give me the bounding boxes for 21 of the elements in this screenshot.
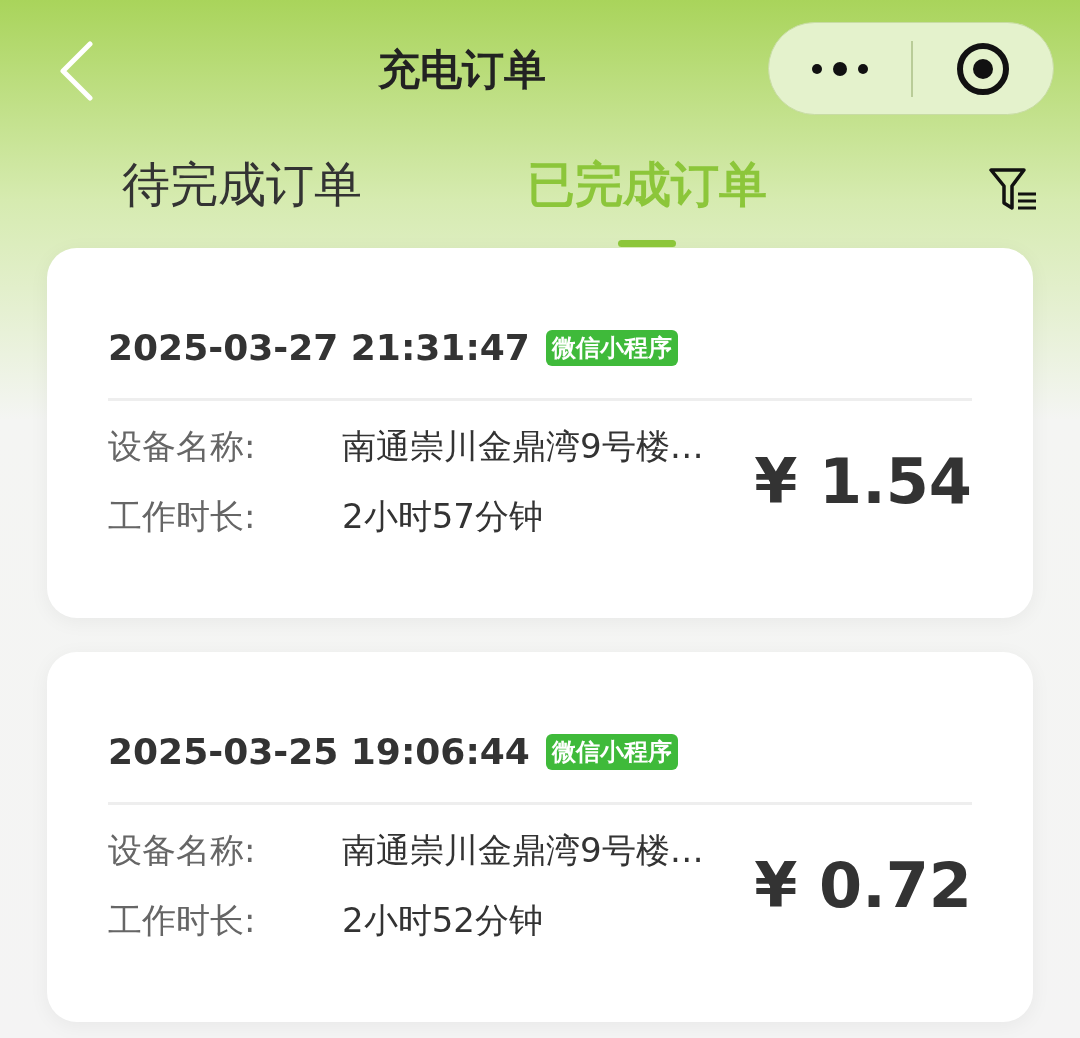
device-label: 设备名称: [108, 424, 257, 468]
order-amount: ¥ 0.72 [754, 847, 972, 924]
device-label: 设备名称: [108, 828, 257, 872]
source-tag: 微信小程序 [545, 734, 678, 770]
order-time: 2025-03-25 19:06:44 [108, 730, 530, 774]
page-title: 充电订单 [378, 44, 546, 96]
duration-label: 工作时长: [108, 494, 257, 538]
source-tag: 微信小程序 [545, 330, 678, 366]
order-card[interactable]: 2025-03-25 19:06:44 微信小程序 设备名称: 南通崇川金鼎湾9号楼… 工作时长: 2小时52分钟 ¥ 0.72 [47, 652, 1033, 1022]
duration-value: 2小时52分钟 [342, 898, 543, 942]
more-icon [810, 61, 870, 76]
order-amount: ¥ 1.54 [754, 443, 972, 520]
order-card[interactable]: 2025-03-27 21:31:47 微信小程序 设备名称: 南通崇川金鼎湾9号楼… 工作时长: 2小时57分钟 ¥ 1.54 [47, 248, 1033, 618]
order-tab[interactable]: 待完成订单 [122, 154, 362, 214]
back-icon [58, 41, 94, 101]
order-time: 2025-03-27 21:31:47 [108, 326, 530, 370]
duration-value: 2小时57分钟 [342, 494, 543, 538]
duration-label: 工作时长: [108, 898, 257, 942]
device-name: 南通崇川金鼎湾9号楼… [342, 828, 704, 872]
target-icon [956, 41, 1010, 96]
device-name: 南通崇川金鼎湾9号楼… [342, 424, 704, 468]
